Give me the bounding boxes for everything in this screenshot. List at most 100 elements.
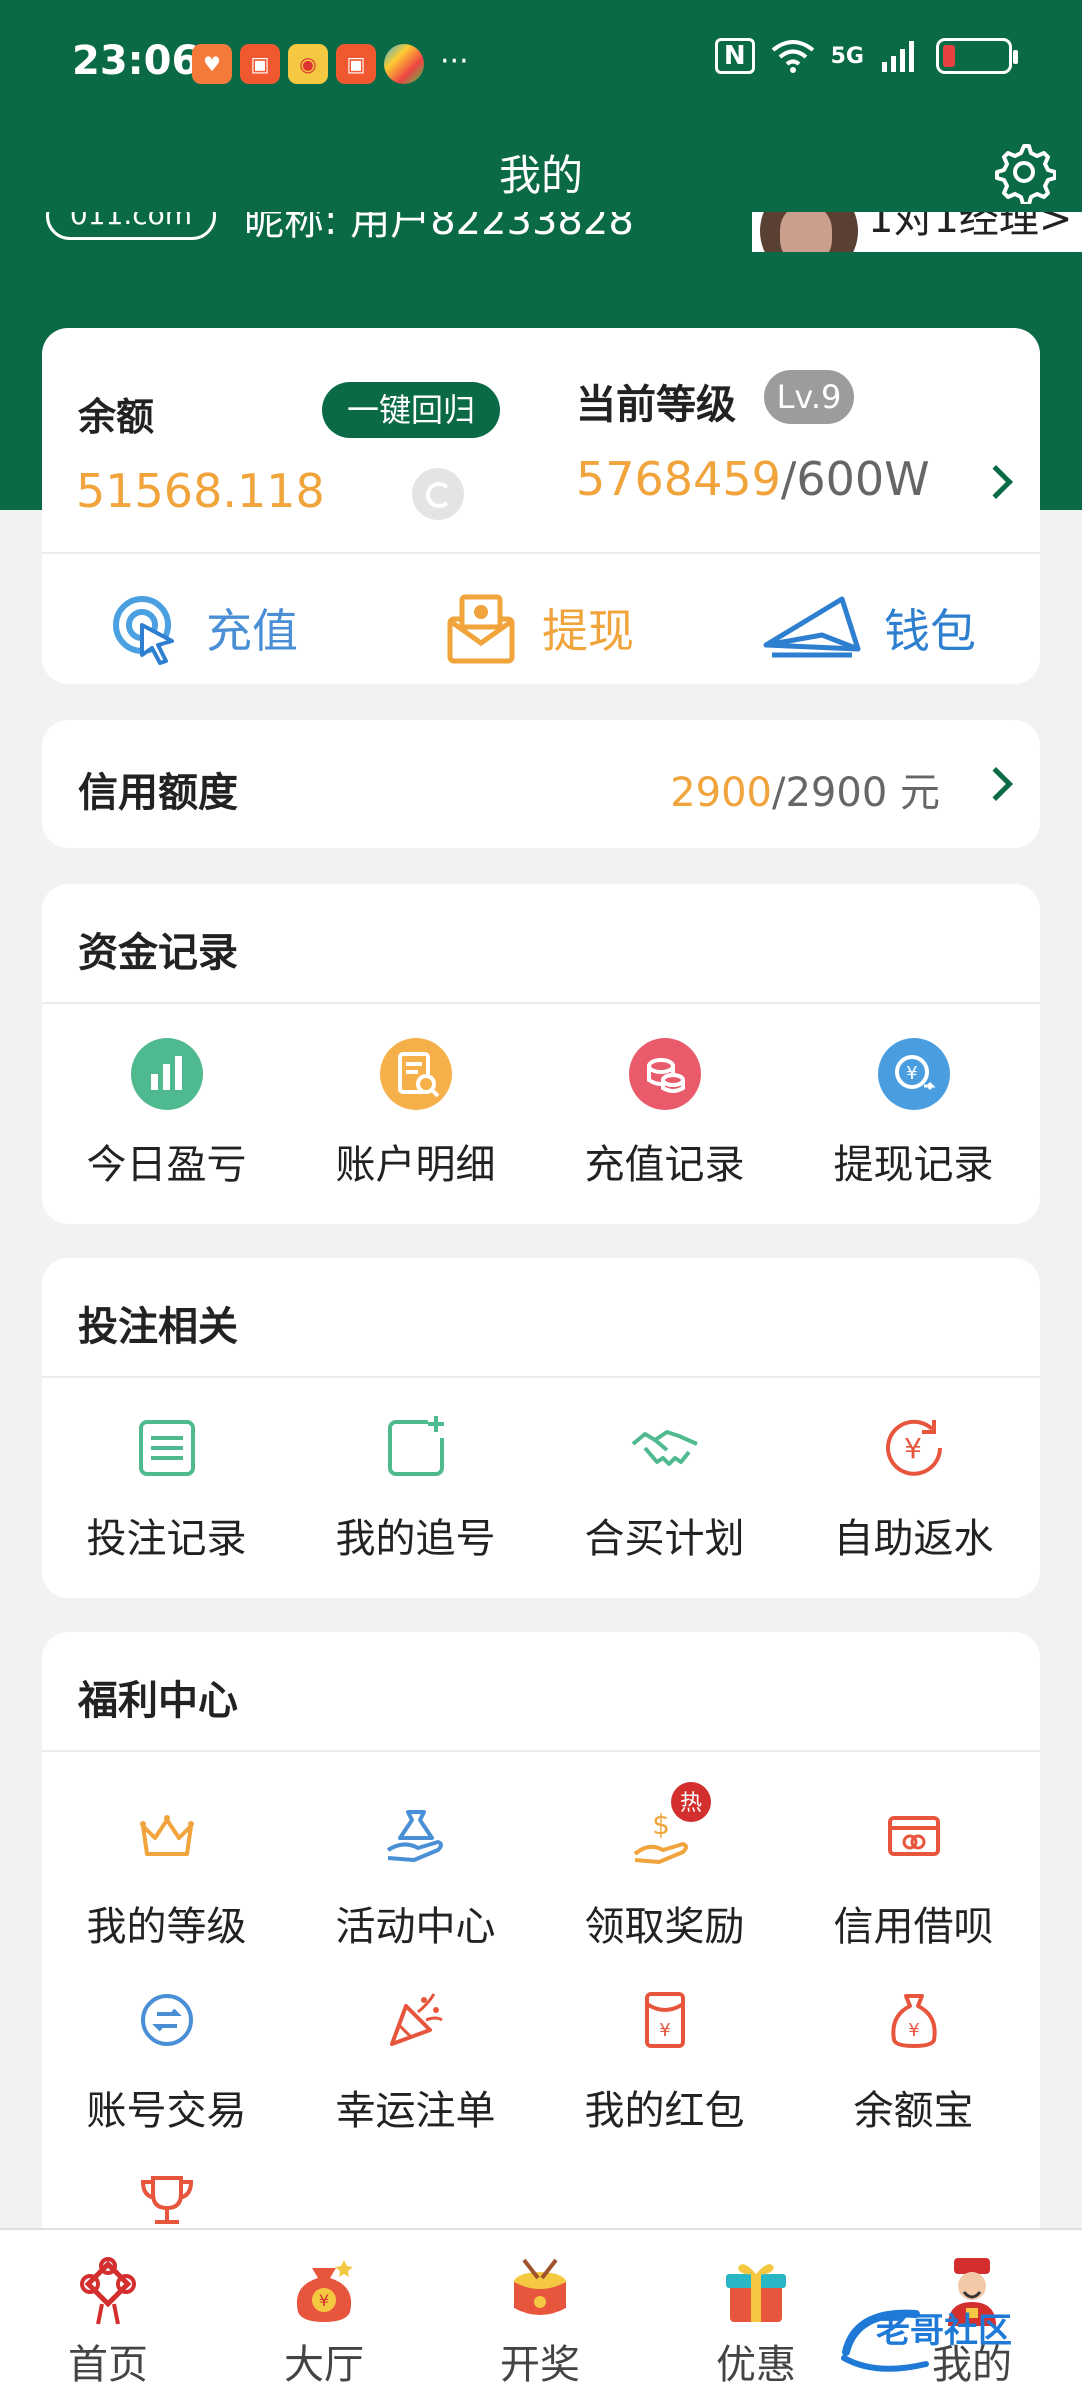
- manager-avatar: [760, 212, 858, 252]
- bet-item-bet-record[interactable]: 投注记录: [42, 1410, 291, 1564]
- welfare-item-credit-loan[interactable]: 信用借呗: [789, 1798, 1038, 1952]
- funds-section: 资金记录 今日盈亏 账户明细 充值记录 ¥ 提现记录: [42, 884, 1040, 1224]
- welfare-item-my-level[interactable]: 我的等级: [42, 1798, 291, 1952]
- gear-icon[interactable]: [992, 140, 1056, 204]
- handshake-icon: [631, 1430, 698, 1466]
- level-progress[interactable]: 5768459/600W: [576, 452, 930, 506]
- credit-current: 2900: [670, 770, 772, 816]
- welfare-item-account-trade[interactable]: 账号交易: [42, 1982, 291, 2136]
- status-bar: 23:06 ♥ ▣ ◉ ▣ ··· N 5G: [0, 0, 1082, 130]
- tab-label: 开奖: [500, 2342, 580, 2388]
- welfare-item-balance-treasure[interactable]: ¥ 余额宝: [789, 1982, 1038, 2136]
- wallet-button[interactable]: 钱包: [762, 578, 976, 678]
- bet-section: 投注相关 投注记录 我的追号 合买计划 ¥ 自助返水: [42, 1258, 1040, 1598]
- svg-text:¥: ¥: [908, 2020, 919, 2041]
- welfare-item-label: 余额宝: [853, 2088, 974, 2134]
- credit-label: 信用额度: [78, 770, 238, 816]
- balance-label: 余额: [78, 395, 155, 439]
- deposit-button[interactable]: 充值: [106, 578, 298, 678]
- yen-transfer-icon: ¥: [877, 1038, 950, 1110]
- bottom-tab-bar: 首页 ¥ 大厅 开奖 优惠 我的 老哥社区: [0, 2228, 1082, 2400]
- divider: [42, 1376, 1040, 1378]
- svg-text:¥: ¥: [904, 1432, 922, 1465]
- welfare-item-label: 信用借呗: [833, 1904, 994, 1950]
- tab-lobby[interactable]: ¥ 大厅: [216, 2230, 432, 2400]
- withdraw-label: 提现: [542, 604, 634, 658]
- nickname: 昵称: 用户82233828: [244, 212, 634, 244]
- level-chevron-icon[interactable]: [979, 465, 1013, 499]
- recall-button[interactable]: 一键回归: [322, 382, 500, 438]
- welfare-item-red-packet[interactable]: ¥ 我的红包: [540, 1982, 789, 2136]
- credit-card-icon: [887, 1816, 940, 1856]
- level-label: 当前等级: [576, 382, 736, 428]
- status-right-icons: N 5G: [714, 38, 1018, 74]
- knot-icon: [80, 2257, 136, 2325]
- withdraw-button[interactable]: 提现: [442, 578, 634, 678]
- funds-item-label: 充值记录: [584, 1142, 745, 1188]
- wifi-icon: [771, 40, 814, 73]
- refresh-icon[interactable]: [412, 468, 464, 520]
- funds-item-label: 今日盈亏: [86, 1142, 247, 1188]
- site-tag: 011.com: [46, 212, 216, 240]
- credit-limit-row[interactable]: 信用额度 2900/2900 元: [42, 720, 1040, 848]
- notification-weibo-icon: ◉: [288, 44, 328, 84]
- funds-item-label: 提现记录: [833, 1142, 994, 1188]
- reward-icon: $热: [633, 1782, 711, 1864]
- signal-icon: [882, 41, 914, 72]
- level-current: 5768459: [576, 452, 781, 506]
- bet-item-group-buy[interactable]: 合买计划: [540, 1410, 789, 1564]
- welfare-item-label: 领取奖励: [584, 1904, 745, 1950]
- notification-kuaishou-icon-2: ▣: [336, 44, 376, 84]
- tab-draw[interactable]: 开奖: [432, 2230, 648, 2400]
- profile-strip: 011.com 昵称: 用户82233828 1对1经理>: [0, 212, 1082, 252]
- page-title: 我的: [498, 151, 583, 200]
- bet-item-self-rebate[interactable]: ¥ 自助返水: [789, 1410, 1038, 1564]
- deposit-icon: [113, 596, 174, 665]
- withdraw-icon: [447, 594, 515, 664]
- battery-icon: [936, 38, 1018, 74]
- tab-promotions[interactable]: 优惠: [648, 2230, 864, 2400]
- funds-item-withdraw-record[interactable]: ¥ 提现记录: [789, 1036, 1038, 1190]
- welfare-item-label: 我的等级: [86, 1904, 247, 1950]
- manager-link[interactable]: 1对1经理>: [752, 212, 1082, 252]
- welfare-item-activity-center[interactable]: 活动中心: [291, 1798, 540, 1952]
- level-total: /600W: [780, 452, 930, 506]
- bet-item-label: 自助返水: [833, 1516, 994, 1562]
- welfare-section: 福利中心 我的等级 活动中心 $热 领取奖励 信用借呗 账号交易 幸运注单 ¥: [42, 1632, 1040, 2272]
- divider: [42, 1002, 1040, 1004]
- gift-hand-icon: [386, 1810, 443, 1862]
- svg-text:¥: ¥: [906, 1063, 917, 1084]
- bet-section-title: 投注相关: [78, 1304, 238, 1350]
- money-bag-icon: ¥: [890, 1994, 937, 2048]
- welfare-item-label: 账号交易: [86, 2088, 247, 2134]
- network-type: 5G: [830, 43, 864, 69]
- welfare-item-claim-reward[interactable]: $ 热 领取奖励: [540, 1782, 789, 1952]
- chart-icon: [130, 1038, 203, 1110]
- watermark-logo: 老哥社区: [841, 2309, 1012, 2372]
- divider: [42, 1750, 1040, 1752]
- bet-item-label: 投注记录: [86, 1516, 247, 1562]
- bet-item-my-chase[interactable]: 我的追号: [291, 1410, 540, 1564]
- divider: [42, 552, 1040, 554]
- funds-item-deposit-record[interactable]: 充值记录: [540, 1036, 789, 1190]
- add-note-icon: [387, 1416, 444, 1476]
- bet-item-label: 我的追号: [335, 1516, 496, 1562]
- notification-more-icon: ···: [440, 44, 469, 79]
- nfc-icon: N: [714, 38, 755, 74]
- svg-text:$: $: [652, 1808, 670, 1841]
- tab-label: 大厅: [284, 2342, 364, 2388]
- drum-icon: [514, 2258, 566, 2315]
- lucky-bag-icon: ¥: [296, 2260, 353, 2322]
- level-badge: Lv.9: [764, 370, 854, 424]
- list-icon: [138, 1420, 195, 1476]
- statement-icon: [379, 1038, 452, 1110]
- funds-item-today-pnl[interactable]: 今日盈亏: [42, 1036, 291, 1190]
- notification-heart-app-icon: ♥: [192, 44, 232, 84]
- tab-label: 首页: [68, 2342, 148, 2388]
- notification-color-app-icon: [384, 44, 424, 84]
- tab-home[interactable]: 首页: [0, 2230, 216, 2400]
- welfare-item-lucky-bet[interactable]: 幸运注单: [291, 1982, 540, 2136]
- wallet-icon: [763, 596, 861, 658]
- funds-item-account-detail[interactable]: 账户明细: [291, 1036, 540, 1190]
- svg-text:¥: ¥: [659, 2020, 670, 2041]
